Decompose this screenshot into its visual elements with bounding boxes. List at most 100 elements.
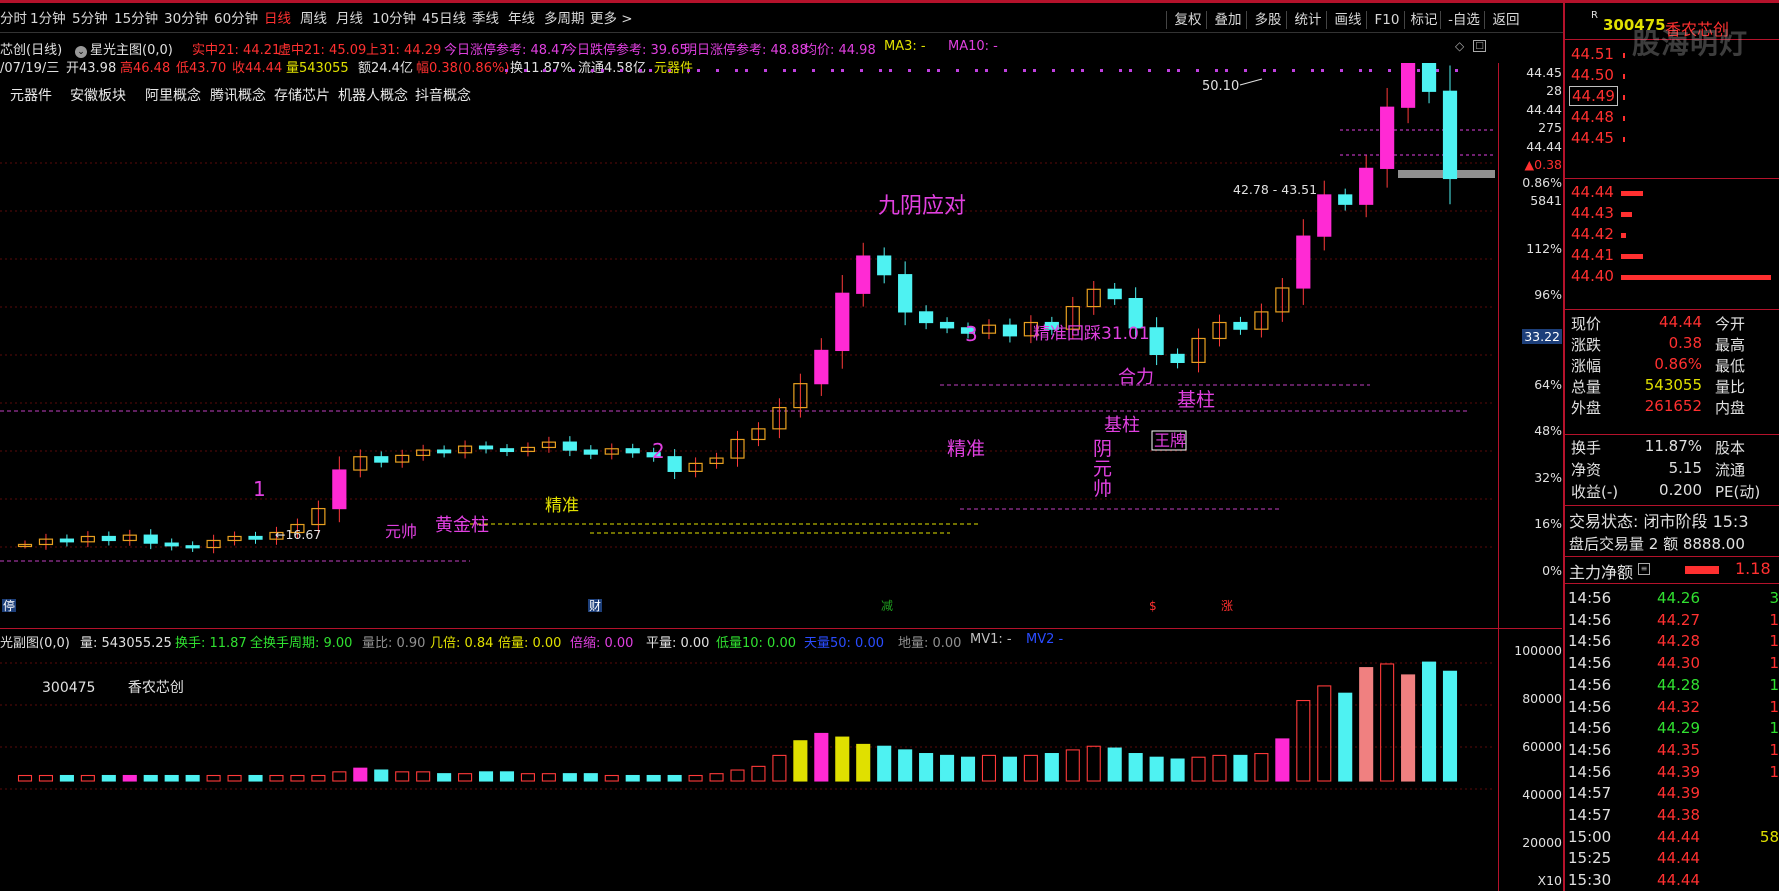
tick-time: 14:56 [1568, 610, 1612, 629]
toolbar-separator [1326, 11, 1327, 29]
event-marker[interactable]: 停 [3, 598, 15, 613]
ask-row[interactable]: 44.49 [1565, 86, 1769, 108]
chart-divider [0, 628, 1562, 629]
period-tab[interactable]: 日线 [264, 9, 291, 29]
bid-volume-bar [1621, 275, 1771, 280]
price-axis-label: ▲0.38 [1524, 157, 1562, 172]
toolbar-button[interactable]: 画线 [1328, 9, 1368, 31]
period-tab[interactable]: 年线 [508, 9, 535, 29]
candle-body [101, 535, 116, 542]
ask-row[interactable]: 44.45 [1565, 129, 1769, 150]
volume-bar [1317, 685, 1332, 782]
signal-dot [831, 69, 834, 72]
toolbar-button[interactable]: -自选 [1442, 9, 1486, 31]
period-tab[interactable]: 5分钟 [72, 9, 108, 29]
period-tab[interactable]: 15分钟 [114, 9, 158, 29]
toolbar-button[interactable]: 标记 [1406, 9, 1442, 31]
ask-volume-bar [1623, 137, 1625, 142]
period-tab[interactable]: 分时 [0, 9, 27, 29]
bid-row[interactable]: 44.43 [1565, 204, 1769, 225]
stat-value: 11.87% [1644, 437, 1702, 455]
ask-row[interactable]: 44.51 [1565, 45, 1769, 66]
signal-dot [793, 69, 796, 72]
list-icon[interactable]: ≡ [1638, 563, 1650, 575]
signal-dot [1033, 69, 1036, 72]
stat-row: 外盘 261652 内盘 [1565, 397, 1769, 418]
tick-price: 44.28 [1657, 675, 1700, 694]
chart-annotation: 合力 [1118, 367, 1154, 388]
volume-bar [1233, 754, 1248, 782]
toolbar-button[interactable]: 复权 [1168, 9, 1208, 31]
candle-body [374, 456, 389, 463]
toolbar-button[interactable]: 多股 [1248, 9, 1288, 31]
toolbar-button[interactable]: 叠加 [1208, 9, 1248, 31]
bid-row[interactable]: 44.41 [1565, 246, 1769, 267]
period-tab[interactable]: 60分钟 [214, 9, 258, 29]
tick-price: 44.44 [1657, 827, 1700, 846]
toolbar-separator [1166, 11, 1167, 29]
signal-dot [553, 69, 556, 72]
bid-volume-bar [1621, 191, 1643, 196]
volume-chart[interactable] [0, 653, 1495, 891]
bid-row[interactable]: 44.44 [1565, 183, 1769, 204]
stat-key: 收益(-) [1571, 483, 1619, 501]
subchart-param: 换手: 11.87 [175, 636, 247, 651]
chart-annotation: 基柱 [1177, 389, 1215, 411]
stat-value: 5.15 [1668, 459, 1702, 477]
volume-axis-label: 100000 [1514, 643, 1562, 658]
diamond-icon[interactable]: ◇ [1455, 39, 1464, 53]
ask-volume-bar [1623, 116, 1625, 121]
chart-corner-icons: ◇ □ [1455, 39, 1495, 55]
tick-row: 14:56 44.28 1 [1568, 632, 1779, 654]
bid-row[interactable]: 44.40 [1565, 267, 1771, 288]
candle-body [1233, 321, 1248, 330]
volume-bar [1191, 756, 1206, 782]
candle-body [248, 535, 263, 540]
toolbar-button[interactable]: 统计 [1288, 9, 1328, 31]
candle-body [143, 534, 158, 544]
period-tab[interactable]: 更多 > [590, 9, 633, 29]
price-axis-label: 96% [1534, 287, 1562, 302]
signal-dot [1119, 69, 1122, 72]
signal-dot [668, 69, 671, 72]
price-axis-label: 44.45 [1526, 65, 1562, 80]
volume-bar [751, 765, 766, 782]
period-tab[interactable]: 45日线 [422, 9, 466, 29]
window-toggle-icon[interactable]: □ [1473, 40, 1486, 52]
bid-row[interactable]: 44.42 [1565, 225, 1769, 246]
signal-dot [620, 69, 623, 72]
period-tab[interactable]: 10分钟 [372, 9, 416, 29]
stat-key: 内盘 [1715, 399, 1746, 417]
tick-row: 14:56 44.35 1 [1568, 741, 1779, 763]
chart-annotation: 2 [652, 439, 665, 463]
candle-body [1107, 288, 1122, 300]
event-marker[interactable]: 涨 [1221, 598, 1233, 613]
period-tab[interactable]: 周线 [300, 9, 327, 29]
volume-bar [1149, 756, 1164, 782]
event-marker[interactable]: 减 [881, 599, 893, 613]
volume-bar [143, 774, 158, 782]
period-tab[interactable]: 季线 [472, 9, 499, 29]
signal-dot [1292, 69, 1295, 72]
price-axis-label: 64% [1534, 377, 1562, 392]
tick-row: 15:00 44.44 58 [1568, 828, 1779, 850]
ask-row[interactable]: 44.48 [1565, 108, 1769, 129]
period-tab[interactable]: 月线 [336, 9, 363, 29]
stats-divider-4 [1565, 583, 1779, 584]
range-label: 42.78 - 43.51 [1233, 182, 1317, 197]
period-tab[interactable]: 多周期 [544, 9, 585, 29]
signal-dot [985, 69, 988, 72]
toolbar-button[interactable]: F10 [1368, 9, 1406, 31]
stat-key: 流通 [1715, 461, 1746, 479]
period-tab[interactable]: 30分钟 [164, 9, 208, 29]
ask-row[interactable]: 44.50 [1565, 66, 1769, 87]
volume-bar [940, 754, 955, 782]
stat-row: 收益(-) 0.200 PE(动) [1565, 481, 1769, 502]
event-marker[interactable]: 财 [589, 599, 601, 613]
volume-bar [395, 771, 410, 782]
toolbar-button[interactable]: 返回 [1486, 9, 1526, 31]
kline-chart[interactable]: 九阴应对3 精准回踩31.01合力基柱基柱王牌精准 阴元帅2精准1黄金柱元帅50.1… [0, 63, 1495, 628]
event-marker[interactable]: $ [1149, 599, 1157, 613]
period-tab[interactable]: 1分钟 [30, 9, 66, 29]
tick-volume: 1 [1769, 632, 1779, 651]
